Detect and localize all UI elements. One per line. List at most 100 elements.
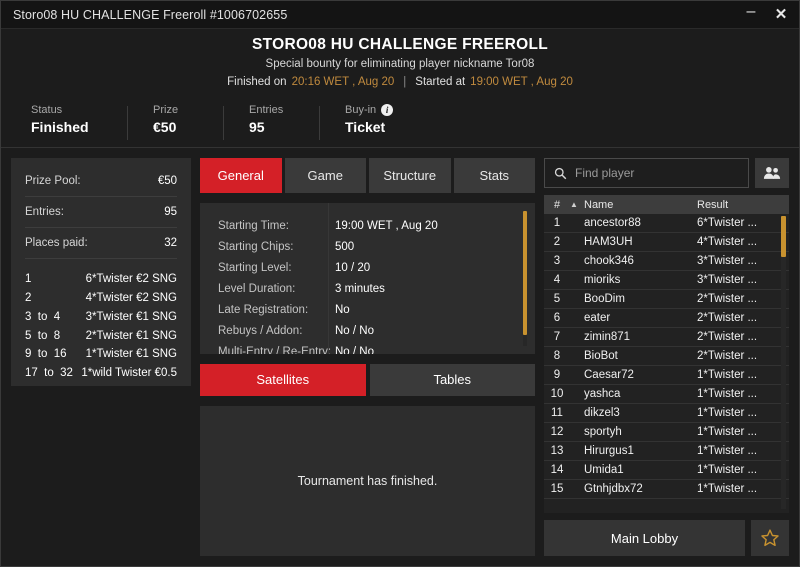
tournament-subtitle: Special bounty for eliminating player ni… xyxy=(265,58,535,70)
general-scrollbar-thumb[interactable] xyxy=(523,211,527,335)
info-row-starting-level: Starting Level: 10 / 20 xyxy=(200,258,535,279)
tab-stats[interactable]: Stats xyxy=(453,158,535,193)
search-box[interactable] xyxy=(544,158,749,188)
row-result: 6*Twister ... xyxy=(697,217,758,229)
search-input[interactable] xyxy=(575,166,739,180)
close-button[interactable]: ✕ xyxy=(771,5,791,25)
row-result: 2*Twister ... xyxy=(697,293,758,305)
table-row[interactable]: 12 sportyh 1*Twister ... xyxy=(544,423,789,442)
info-value: 3 minutes xyxy=(335,283,385,295)
general-info-panel: Starting Time: 19:00 WET , Aug 20 Starti… xyxy=(200,203,535,354)
general-scrollbar-track[interactable] xyxy=(523,211,527,346)
stat-prize-value: €50 xyxy=(153,119,177,135)
places-paid-row: Places paid: 32 xyxy=(25,232,177,259)
payout-place: 3 to 4 xyxy=(25,310,61,323)
table-row[interactable]: 1 ancestor88 6*Twister ... xyxy=(544,214,789,233)
prize-pool-label: Prize Pool: xyxy=(25,175,81,187)
payout-prize: 3*Twister €1 SNG xyxy=(85,310,177,323)
info-icon[interactable]: i xyxy=(381,104,394,116)
info-key: Starting Time: xyxy=(218,220,289,232)
header-name[interactable]: Name xyxy=(584,199,697,211)
stat-buyin-value: Ticket xyxy=(345,119,386,135)
players-filter-button[interactable] xyxy=(755,158,789,188)
payout-row: 9 to 16 1*Twister €1 SNG xyxy=(25,347,177,363)
row-rank: 10 xyxy=(550,388,564,400)
main-lobby-button[interactable]: Main Lobby xyxy=(544,520,745,556)
info-key: Starting Level: xyxy=(218,262,292,274)
row-result: 1*Twister ... xyxy=(697,483,758,495)
prize-column: Prize Pool: €50 Entries: 95 Places paid:… xyxy=(11,158,191,556)
payout-place: 2 xyxy=(25,291,32,304)
sort-ascending-icon[interactable]: ▲ xyxy=(570,200,584,209)
table-row[interactable]: 6 eater 2*Twister ... xyxy=(544,309,789,328)
row-player-name: Umida1 xyxy=(584,464,624,476)
people-icon xyxy=(763,167,781,179)
favorite-button[interactable] xyxy=(751,520,789,556)
row-player-name: ancestor88 xyxy=(584,217,641,229)
finished-value: 20:16 WET , Aug 20 xyxy=(291,76,395,88)
payout-prize: 1*Twister €1 SNG xyxy=(85,348,177,361)
prize-pool-panel: Prize Pool: €50 Entries: 95 Places paid:… xyxy=(11,158,191,386)
player-scrollbar-thumb[interactable] xyxy=(781,216,786,258)
info-key: Level Duration: xyxy=(218,283,296,295)
stat-status: Status Finished xyxy=(31,104,127,135)
table-row[interactable]: 10 yashca 1*Twister ... xyxy=(544,385,789,404)
payout-prize: 6*Twister €2 SNG xyxy=(85,273,177,285)
general-info-list: Starting Time: 19:00 WET , Aug 20 Starti… xyxy=(200,203,535,354)
info-key: Multi-Entry / Re-Entry: xyxy=(218,346,332,354)
row-rank: 5 xyxy=(553,293,561,305)
row-rank: 11 xyxy=(551,407,563,419)
tab-game[interactable]: Game xyxy=(284,158,366,193)
minimize-button[interactable]: – xyxy=(741,3,761,25)
row-rank: 12 xyxy=(550,426,564,438)
tab-general[interactable]: General xyxy=(200,158,282,193)
row-result: 1*Twister ... xyxy=(697,388,758,400)
table-row[interactable]: 8 BioBot 2*Twister ... xyxy=(544,347,789,366)
row-rank: 8 xyxy=(553,350,561,362)
info-column-divider xyxy=(328,203,329,354)
payout-prize: 1*wild Twister €0.5 xyxy=(81,367,177,380)
info-key: Starting Chips: xyxy=(218,241,294,253)
tab-tables[interactable]: Tables xyxy=(369,363,535,396)
table-row[interactable]: 9 Caesar72 1*Twister ... xyxy=(544,366,789,385)
window-title: Storo08 HU CHALLENGE Freeroll #100670265… xyxy=(13,7,288,22)
row-player-name: Hirurgus1 xyxy=(584,445,634,457)
table-row[interactable]: 7 zimin871 2*Twister ... xyxy=(544,328,789,347)
table-row[interactable]: 14 Umida1 1*Twister ... xyxy=(544,461,789,480)
table-row[interactable]: 4 mioriks 3*Twister ... xyxy=(544,271,789,290)
table-row[interactable]: 3 chook346 3*Twister ... xyxy=(544,252,789,271)
row-result: 3*Twister ... xyxy=(697,274,758,286)
row-result: 2*Twister ... xyxy=(697,350,758,362)
info-value: 19:00 WET , Aug 20 xyxy=(335,220,438,232)
info-value: No / No xyxy=(335,325,374,337)
row-player-name: dikzel3 xyxy=(584,407,620,419)
table-row[interactable]: 13 Hirurgus1 1*Twister ... xyxy=(544,442,789,461)
row-result: 1*Twister ... xyxy=(697,426,758,438)
row-rank: 3 xyxy=(553,255,561,267)
payout-row: 5 to 8 2*Twister €1 SNG xyxy=(25,329,177,345)
tab-satellites[interactable]: Satellites xyxy=(200,363,366,396)
header-num[interactable]: # xyxy=(544,199,570,211)
stat-buyin-label-text: Buy-in xyxy=(345,104,377,116)
table-row[interactable]: 15 Gtnhjdbx72 1*Twister ... xyxy=(544,480,789,499)
player-scrollbar-track[interactable] xyxy=(781,216,786,509)
satellite-tabs: Satellites Tables xyxy=(200,363,535,396)
entries-label: Entries: xyxy=(25,206,64,218)
stat-buyin-label: Buy-in i xyxy=(345,104,394,116)
page-title: STORO08 HU CHALLENGE FREEROLL xyxy=(251,36,549,53)
header-result[interactable]: Result xyxy=(697,199,789,211)
row-rank: 7 xyxy=(553,331,561,343)
row-player-name: Gtnhjdbx72 xyxy=(584,483,643,495)
info-value: No xyxy=(335,304,350,316)
table-row[interactable]: 2 HAM3UH 4*Twister ... xyxy=(544,233,789,252)
table-row[interactable]: 5 BooDim 2*Twister ... xyxy=(544,290,789,309)
row-player-name: yashca xyxy=(584,388,621,400)
row-result: 3*Twister ... xyxy=(697,255,758,267)
info-key: Late Registration: xyxy=(218,304,309,316)
tab-structure[interactable]: Structure xyxy=(369,158,451,193)
table-row[interactable]: 11 dikzel3 1*Twister ... xyxy=(544,404,789,423)
stat-status-value: Finished xyxy=(31,119,89,135)
stat-entries: Entries 95 xyxy=(223,104,319,140)
row-result: 1*Twister ... xyxy=(697,407,758,419)
tournament-lobby-window: Storo08 HU CHALLENGE Freeroll #100670265… xyxy=(0,0,800,567)
